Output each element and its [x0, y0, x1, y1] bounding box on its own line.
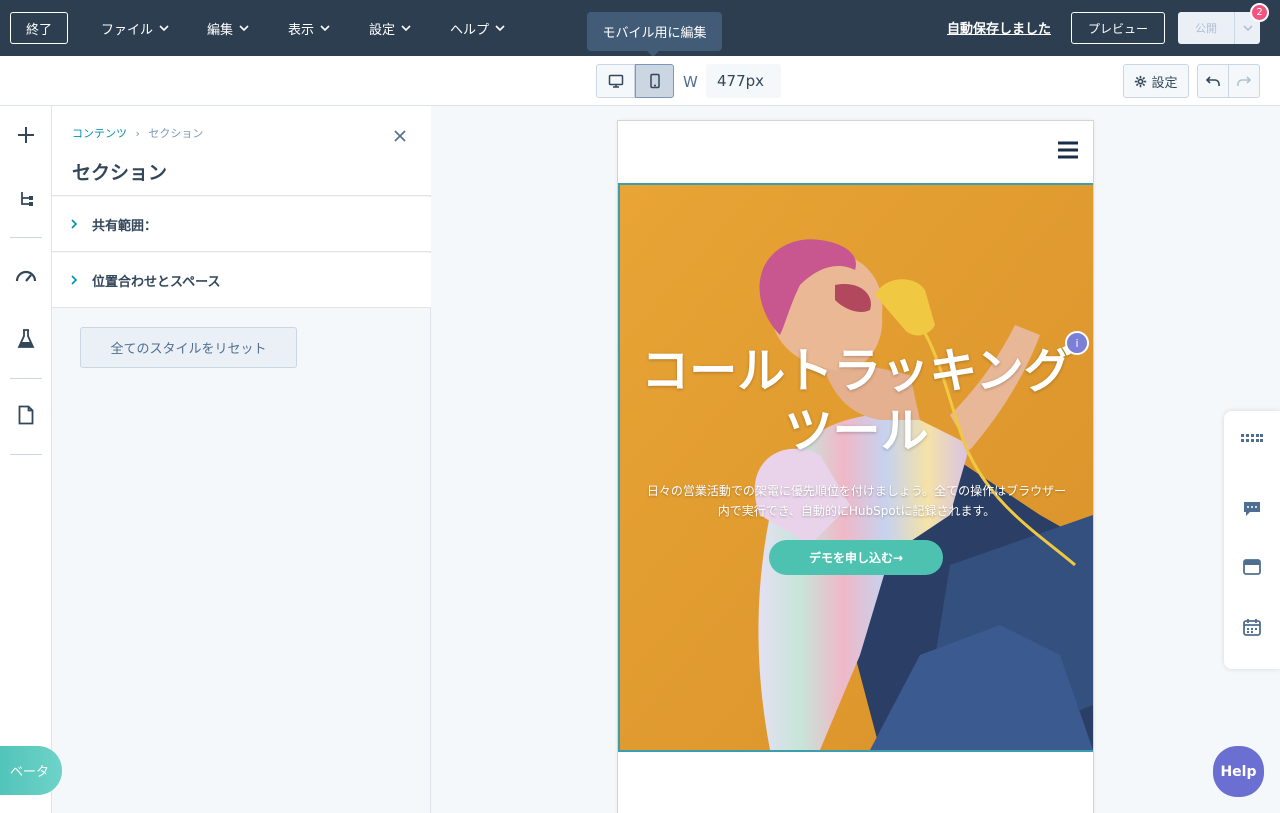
menu-settings-label: 設定 [369, 22, 396, 38]
gauge-icon[interactable] [13, 262, 39, 288]
desktop-icon [608, 74, 623, 88]
gear-icon [1135, 75, 1147, 87]
chevron-down-icon [1242, 25, 1253, 32]
page-icon[interactable] [13, 402, 39, 428]
chevron-down-icon [159, 25, 169, 32]
help-button[interactable]: Help [1213, 746, 1264, 797]
menu-view-label: 表示 [288, 22, 315, 38]
accordion-label: 位置合わせとスペース [92, 274, 221, 290]
redo-icon [1237, 76, 1252, 86]
breadcrumb-content-link[interactable]: コンテンツ [72, 127, 127, 140]
breadcrumb: コンテンツ › セクション [72, 125, 203, 141]
menu-edit[interactable]: 編集 [207, 0, 249, 56]
hamburger-menu-icon[interactable] [1058, 141, 1078, 159]
flask-icon[interactable] [13, 326, 39, 352]
mobile-edit-tooltip: モバイル用に編集 [587, 12, 722, 57]
mobile-icon [649, 73, 660, 89]
hero-subtitle[interactable]: 日々の営業活動での架電に優先順位を付けましょう。全ての操作はブラウザー内で実行で… [642, 481, 1071, 521]
menu-file[interactable]: ファイル [101, 0, 169, 56]
accordion-label: 共有範囲： [92, 218, 158, 234]
rail-divider [10, 454, 42, 455]
top-navigation-bar: 終了 ファイル 編集 表示 設定 ヘルプ モバイル用に編集 自動保存しました プ… [0, 0, 1280, 57]
add-icon[interactable] [13, 122, 39, 148]
menu-view[interactable]: 表示 [288, 0, 330, 56]
menu-settings[interactable]: 設定 [369, 0, 411, 56]
beta-button[interactable]: ベータ [0, 746, 62, 795]
redo-button[interactable] [1228, 64, 1260, 98]
chevron-down-icon [495, 25, 505, 32]
reset-styles-button[interactable]: 全てのスタイルをリセット [80, 327, 297, 368]
notification-badge[interactable]: 2 [1250, 3, 1269, 22]
undo-button[interactable] [1197, 64, 1229, 98]
info-icon[interactable]: i [1065, 331, 1089, 355]
rail-divider [10, 378, 42, 379]
grid-dots-icon[interactable] [1241, 427, 1263, 449]
desktop-view-button[interactable] [596, 64, 635, 98]
panel-title: セクション [72, 162, 168, 184]
hero-photo [620, 185, 1093, 750]
browser-window-icon[interactable] [1241, 556, 1263, 578]
menu-help-label: ヘルプ [450, 22, 490, 38]
calendar-icon[interactable] [1241, 616, 1263, 638]
hero-section[interactable]: コールトラッキングツール 日々の営業活動での架電に優先順位を付けましょう。全ての… [618, 183, 1093, 752]
menu-file-label: ファイル [101, 22, 154, 38]
accordion-sharing-scope[interactable]: 共有範囲： [52, 197, 431, 252]
chevron-down-icon [320, 25, 330, 32]
breadcrumb-separator: › [135, 127, 140, 140]
mobile-view-button[interactable] [635, 64, 674, 98]
chevron-right-icon [71, 219, 78, 229]
preview-button[interactable]: プレビュー [1071, 12, 1165, 44]
section-settings-panel: コンテンツ › セクション セクション 共有範囲： 位置合わせとスペース 全ての… [52, 106, 431, 813]
hero-title[interactable]: コールトラッキングツール [620, 341, 1093, 461]
publish-button[interactable]: 公開 [1178, 12, 1234, 44]
chat-icon[interactable] [1241, 498, 1263, 520]
tree-structure-icon[interactable] [13, 186, 39, 212]
width-input[interactable]: 477px [706, 64, 781, 98]
autosave-status-link[interactable]: 自動保存しました [947, 18, 1051, 37]
rail-divider [10, 237, 42, 238]
settings-button[interactable]: 設定 [1123, 64, 1189, 98]
menu-help[interactable]: ヘルプ [450, 0, 505, 56]
left-icon-rail [0, 106, 52, 813]
menu-edit-label: 編集 [207, 22, 234, 38]
chevron-down-icon [401, 25, 411, 32]
chevron-down-icon [239, 25, 249, 32]
demo-request-button[interactable]: デモを申し込む→ [769, 540, 943, 575]
accordion-alignment-spacing[interactable]: 位置合わせとスペース [52, 253, 431, 308]
width-label: W [683, 73, 698, 91]
mobile-preview-frame: コールトラッキングツール 日々の営業活動での架電に優先順位を付けましょう。全ての… [617, 120, 1094, 813]
undo-icon [1205, 76, 1220, 86]
close-icon[interactable] [392, 128, 408, 144]
panel-header: コンテンツ › セクション セクション [52, 106, 431, 196]
exit-button[interactable]: 終了 [10, 12, 68, 44]
chevron-right-icon [71, 275, 78, 285]
settings-button-label: 設定 [1151, 75, 1178, 91]
breadcrumb-current: セクション [148, 127, 204, 140]
right-floating-toolbar [1224, 411, 1280, 669]
